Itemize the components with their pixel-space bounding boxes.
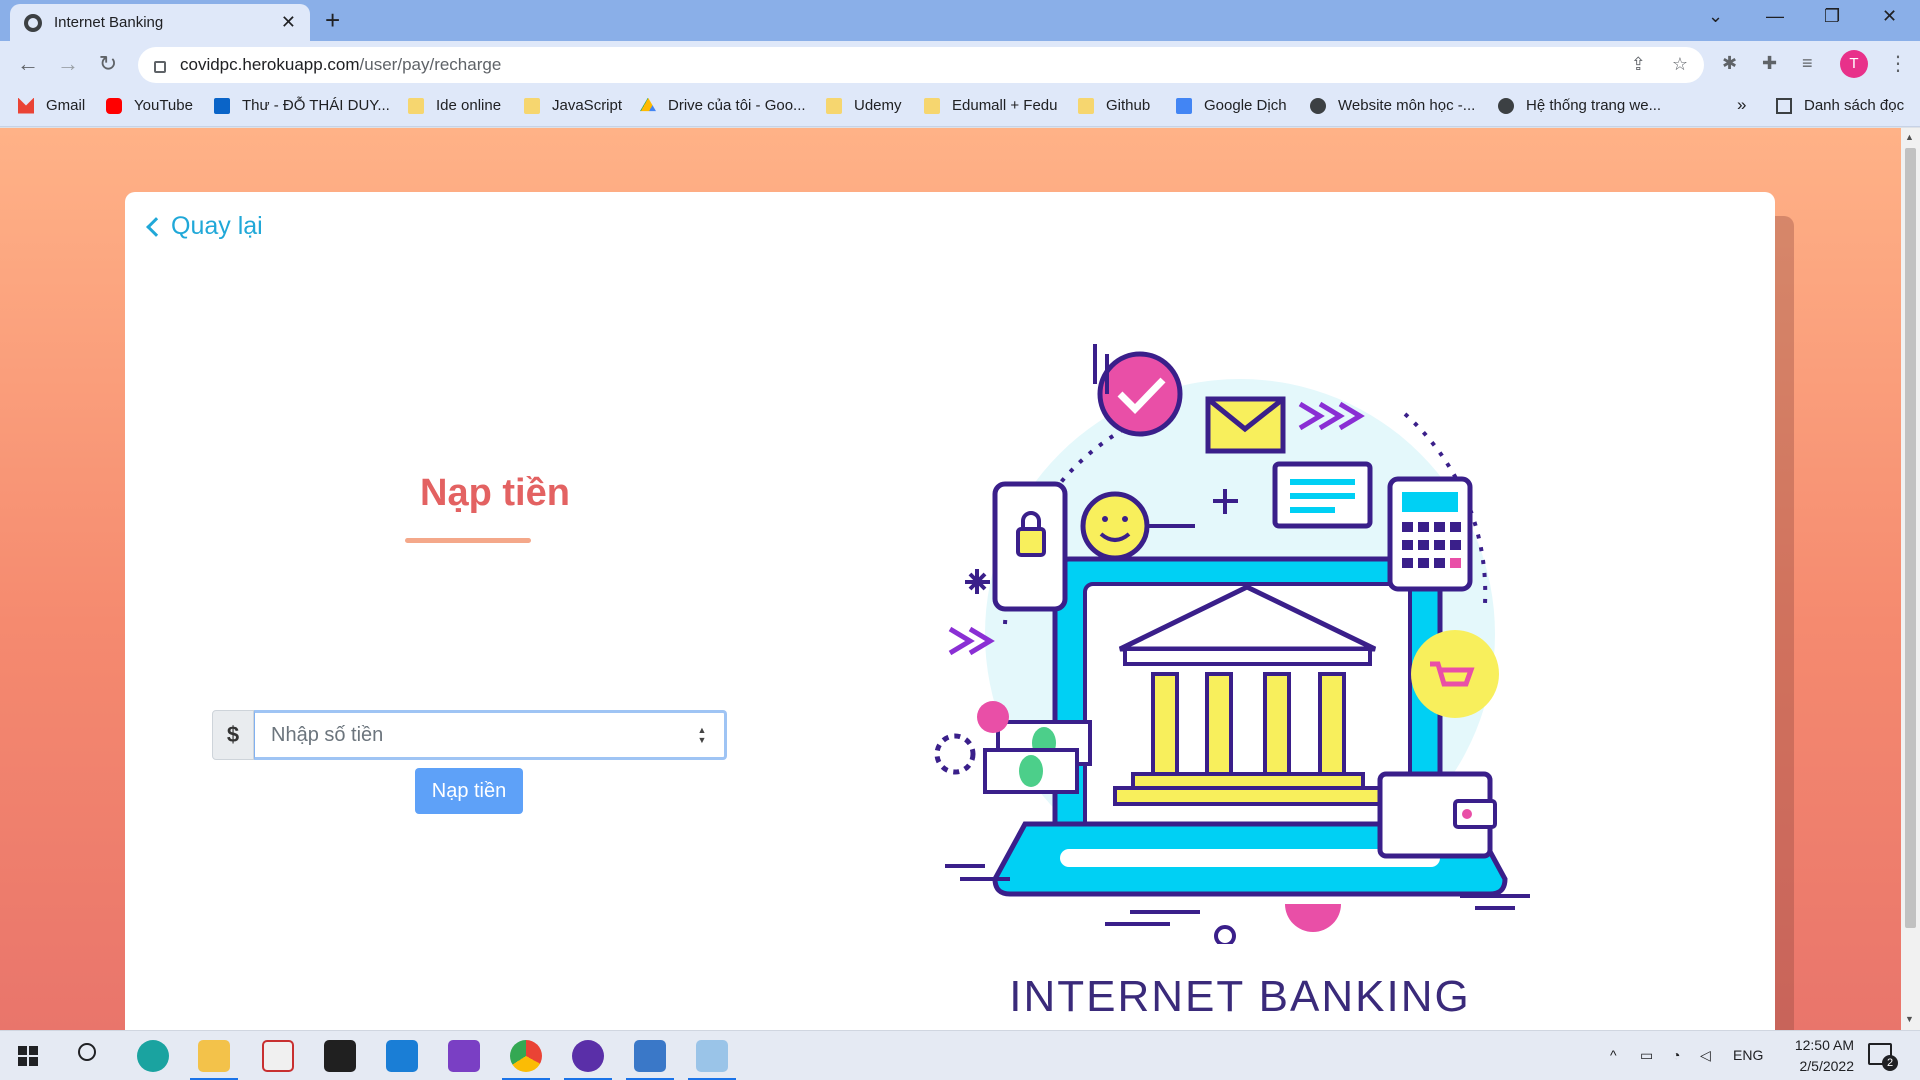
- bookmark-gmail[interactable]: Gmail: [18, 97, 85, 114]
- title-underline: [405, 538, 531, 543]
- more-menu-icon[interactable]: ⋮: [1888, 51, 1908, 76]
- amount-input[interactable]: [255, 713, 724, 757]
- amount-input-group: $ ▲▼: [212, 710, 727, 760]
- amount-field-wrapper: ▲▼: [254, 710, 727, 760]
- browser-toolbar: ← → ↻ covidpc.herokuapp.com /user/pay/re…: [0, 41, 1920, 89]
- chrome-icon[interactable]: [510, 1040, 542, 1072]
- minimize-button[interactable]: —: [1766, 6, 1784, 27]
- bookmark-star-icon[interactable]: ☆: [1672, 54, 1688, 75]
- search-icon[interactable]: [78, 1043, 96, 1061]
- github-desktop-icon[interactable]: [572, 1040, 604, 1072]
- recharge-submit-button[interactable]: Nạp tiền: [415, 768, 523, 814]
- back-link-label: Quay lại: [171, 212, 263, 240]
- bookmark-outlook[interactable]: Thư - ĐỖ THÁI DUY...: [214, 97, 390, 114]
- internet-banking-illustration: [934, 344, 1530, 944]
- paint-icon[interactable]: [696, 1040, 728, 1072]
- forward-arrow-icon[interactable]: →: [54, 51, 82, 77]
- folder-icon: [826, 97, 842, 114]
- folder-icon: [924, 97, 940, 114]
- recharge-card: Quay lại Nạp tiền $ ▲▼ Nạp tiền: [125, 192, 1775, 1030]
- vscode-icon[interactable]: [386, 1040, 418, 1072]
- close-tab-icon[interactable]: ✕: [281, 12, 296, 33]
- tab-title: Internet Banking: [54, 14, 164, 31]
- tab-search-icon[interactable]: ⌄: [1708, 6, 1723, 27]
- puzzle-extensions-icon[interactable]: ✚: [1762, 53, 1777, 74]
- bookmark-javascript[interactable]: JavaScript: [524, 97, 622, 114]
- number-spinner[interactable]: ▲ ▼: [696, 725, 708, 745]
- reload-icon[interactable]: ↻: [94, 51, 122, 77]
- bookmark-udemy[interactable]: Udemy: [826, 97, 902, 114]
- url-path: /user/pay/recharge: [359, 55, 502, 74]
- bookmarks-bar: Gmail YouTube Thư - ĐỖ THÁI DUY... Ide o…: [0, 89, 1920, 127]
- url-host: covidpc.herokuapp.com: [180, 55, 360, 74]
- battery-icon[interactable]: ▭: [1640, 1047, 1653, 1064]
- youtube-icon: [106, 97, 122, 114]
- folder-icon: [1078, 97, 1094, 114]
- dollar-icon: $: [212, 710, 254, 760]
- window-app-icon[interactable]: [634, 1040, 666, 1072]
- notification-count: 2: [1882, 1055, 1898, 1071]
- bookmark-youtube[interactable]: YouTube: [106, 97, 193, 114]
- office-app-icon[interactable]: [262, 1040, 294, 1072]
- back-link[interactable]: Quay lại: [145, 212, 263, 241]
- page-title: Nạp tiền: [420, 472, 570, 514]
- more-bookmarks-chevron-icon[interactable]: »: [1737, 95, 1746, 115]
- bookmark-ide-online[interactable]: Ide online: [408, 97, 501, 114]
- bookmark-google-translate[interactable]: Google Dịch: [1176, 97, 1287, 114]
- close-window-button[interactable]: ✕: [1882, 6, 1897, 27]
- visual-studio-icon[interactable]: [448, 1040, 480, 1072]
- file-explorer-icon[interactable]: [198, 1040, 230, 1072]
- globe-icon: [24, 13, 42, 32]
- lock-icon[interactable]: [154, 61, 166, 73]
- drive-icon: [640, 97, 656, 112]
- media-control-icon[interactable]: ≡: [1802, 53, 1813, 74]
- bookmark-drive[interactable]: Drive của tôi - Goo...: [640, 97, 806, 114]
- profile-avatar[interactable]: T: [1840, 50, 1868, 78]
- clock-date: 2/5/2022: [1799, 1058, 1855, 1074]
- restore-button[interactable]: ❐: [1824, 6, 1840, 27]
- clock-time: 12:50 AM: [1794, 1037, 1854, 1053]
- garena-icon[interactable]: [324, 1040, 356, 1072]
- scroll-down-icon[interactable]: ▼: [1905, 1014, 1914, 1024]
- volume-icon[interactable]: ◁: [1700, 1047, 1711, 1064]
- chevron-up-icon[interactable]: ^: [1610, 1047, 1617, 1063]
- bookmark-edumall[interactable]: Edumall + Fedu: [924, 97, 1057, 114]
- bug-extension-icon[interactable]: ✱: [1722, 53, 1737, 74]
- scrollbar-thumb[interactable]: [1905, 148, 1916, 928]
- outlook-icon: [214, 97, 230, 114]
- globe-icon: [1310, 97, 1326, 114]
- bookmark-website-mon-hoc[interactable]: Website môn học -...: [1310, 97, 1475, 114]
- brand-title: INTERNET BANKING: [1009, 972, 1471, 1021]
- folder-icon: [408, 97, 424, 114]
- bookmark-he-thong[interactable]: Hệ thống trang we...: [1498, 97, 1661, 114]
- page-scrollbar[interactable]: ▲ ▼: [1901, 128, 1920, 1030]
- folder-icon: [524, 97, 540, 114]
- wifi-icon[interactable]: ◔: [1672, 1047, 1680, 1063]
- tab-strip: Internet Banking ✕ + ⌄ — ❐ ✕: [0, 0, 1920, 41]
- share-icon[interactable]: ⇪: [1631, 54, 1646, 75]
- chevron-left-icon: [146, 216, 166, 237]
- page-viewport: Quay lại Nạp tiền $ ▲▼ Nạp tiền: [0, 128, 1901, 1030]
- scroll-up-icon[interactable]: ▲: [1905, 132, 1914, 142]
- back-arrow-icon[interactable]: ←: [14, 51, 42, 77]
- windows-taskbar: ^ ▭ ◔ ◁ ENG 12:50 AM 2/5/2022 2: [0, 1030, 1920, 1080]
- tab-internet-banking[interactable]: Internet Banking ✕: [10, 4, 310, 41]
- address-bar[interactable]: covidpc.herokuapp.com /user/pay/recharge…: [138, 47, 1704, 83]
- system-clock[interactable]: 12:50 AM 2/5/2022: [1758, 1035, 1854, 1077]
- reading-list-icon: [1776, 97, 1792, 114]
- gmail-icon: [18, 97, 34, 114]
- bookmark-github[interactable]: Github: [1078, 97, 1150, 114]
- globe-icon: [1498, 97, 1514, 114]
- edge-icon[interactable]: [137, 1040, 169, 1072]
- new-tab-button[interactable]: +: [325, 6, 340, 34]
- reading-list-button[interactable]: Danh sách đọc: [1776, 97, 1904, 114]
- notification-icon[interactable]: 2: [1868, 1043, 1898, 1071]
- translate-icon: [1176, 97, 1192, 114]
- windows-start-icon[interactable]: [18, 1046, 38, 1066]
